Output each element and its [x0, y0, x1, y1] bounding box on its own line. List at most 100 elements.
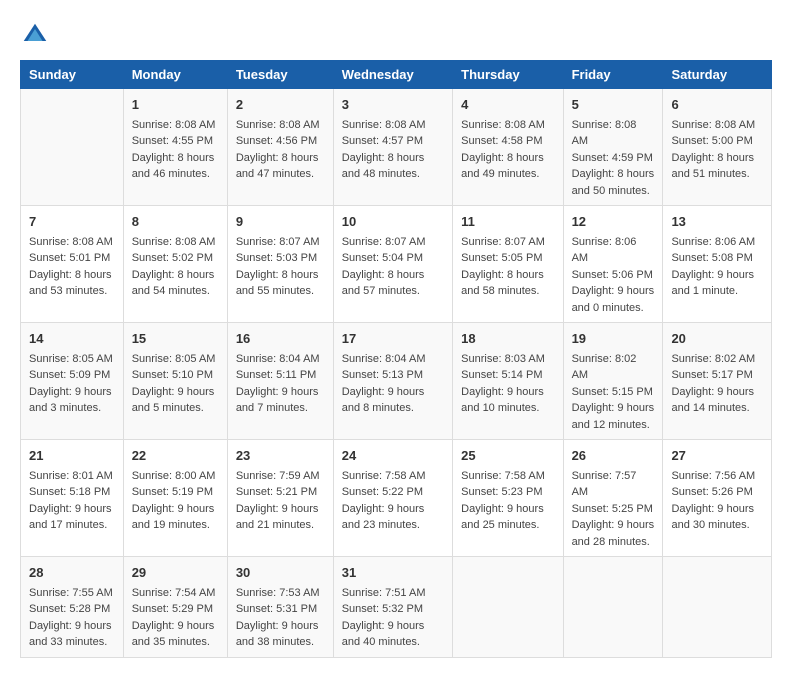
daylight-text: Daylight: 9 hours and 5 minutes.: [132, 384, 219, 417]
sunset-text: Sunset: 5:10 PM: [132, 367, 219, 384]
sunrise-text: Sunrise: 8:06 AM: [572, 234, 655, 267]
day-number: 19: [572, 329, 655, 349]
sunrise-text: Sunrise: 7:56 AM: [671, 468, 763, 485]
calendar-cell: 20 Sunrise: 8:02 AM Sunset: 5:17 PM Dayl…: [663, 323, 772, 440]
calendar-cell: 8 Sunrise: 8:08 AM Sunset: 5:02 PM Dayli…: [123, 206, 227, 323]
calendar-cell: 7 Sunrise: 8:08 AM Sunset: 5:01 PM Dayli…: [21, 206, 124, 323]
sunset-text: Sunset: 4:59 PM: [572, 150, 655, 167]
calendar-cell: 27 Sunrise: 7:56 AM Sunset: 5:26 PM Dayl…: [663, 440, 772, 557]
day-number: 27: [671, 446, 763, 466]
sunrise-text: Sunrise: 7:51 AM: [342, 585, 444, 602]
calendar-cell: 11 Sunrise: 8:07 AM Sunset: 5:05 PM Dayl…: [453, 206, 563, 323]
header-day-wednesday: Wednesday: [333, 61, 452, 89]
sunrise-text: Sunrise: 8:06 AM: [671, 234, 763, 251]
cell-content: Sunrise: 8:04 AM Sunset: 5:13 PM Dayligh…: [342, 351, 444, 417]
daylight-text: Daylight: 8 hours and 50 minutes.: [572, 166, 655, 199]
day-number: 24: [342, 446, 444, 466]
day-number: 11: [461, 212, 554, 232]
calendar-table: SundayMondayTuesdayWednesdayThursdayFrid…: [20, 60, 772, 658]
cell-content: Sunrise: 7:51 AM Sunset: 5:32 PM Dayligh…: [342, 585, 444, 651]
calendar-cell: 13 Sunrise: 8:06 AM Sunset: 5:08 PM Dayl…: [663, 206, 772, 323]
header-row: SundayMondayTuesdayWednesdayThursdayFrid…: [21, 61, 772, 89]
day-number: 4: [461, 95, 554, 115]
calendar-cell: 26 Sunrise: 7:57 AM Sunset: 5:25 PM Dayl…: [563, 440, 663, 557]
sunset-text: Sunset: 5:32 PM: [342, 601, 444, 618]
daylight-text: Daylight: 8 hours and 49 minutes.: [461, 150, 554, 183]
sunrise-text: Sunrise: 7:57 AM: [572, 468, 655, 501]
sunset-text: Sunset: 5:08 PM: [671, 250, 763, 267]
cell-content: Sunrise: 8:08 AM Sunset: 4:57 PM Dayligh…: [342, 117, 444, 183]
day-number: 18: [461, 329, 554, 349]
day-number: 21: [29, 446, 115, 466]
daylight-text: Daylight: 9 hours and 19 minutes.: [132, 501, 219, 534]
day-number: 3: [342, 95, 444, 115]
sunset-text: Sunset: 4:58 PM: [461, 133, 554, 150]
calendar-cell: 16 Sunrise: 8:04 AM Sunset: 5:11 PM Dayl…: [227, 323, 333, 440]
week-row-1: 1 Sunrise: 8:08 AM Sunset: 4:55 PM Dayli…: [21, 89, 772, 206]
week-row-2: 7 Sunrise: 8:08 AM Sunset: 5:01 PM Dayli…: [21, 206, 772, 323]
header-day-monday: Monday: [123, 61, 227, 89]
calendar-cell: 28 Sunrise: 7:55 AM Sunset: 5:28 PM Dayl…: [21, 557, 124, 658]
daylight-text: Daylight: 9 hours and 30 minutes.: [671, 501, 763, 534]
daylight-text: Daylight: 8 hours and 51 minutes.: [671, 150, 763, 183]
cell-content: Sunrise: 8:05 AM Sunset: 5:10 PM Dayligh…: [132, 351, 219, 417]
daylight-text: Daylight: 9 hours and 23 minutes.: [342, 501, 444, 534]
day-number: 20: [671, 329, 763, 349]
calendar-cell: 14 Sunrise: 8:05 AM Sunset: 5:09 PM Dayl…: [21, 323, 124, 440]
calendar-cell: 21 Sunrise: 8:01 AM Sunset: 5:18 PM Dayl…: [21, 440, 124, 557]
calendar-body: 1 Sunrise: 8:08 AM Sunset: 4:55 PM Dayli…: [21, 89, 772, 658]
daylight-text: Daylight: 9 hours and 28 minutes.: [572, 517, 655, 550]
logo-icon: [20, 20, 50, 50]
week-row-3: 14 Sunrise: 8:05 AM Sunset: 5:09 PM Dayl…: [21, 323, 772, 440]
week-row-5: 28 Sunrise: 7:55 AM Sunset: 5:28 PM Dayl…: [21, 557, 772, 658]
cell-content: Sunrise: 7:58 AM Sunset: 5:22 PM Dayligh…: [342, 468, 444, 534]
sunset-text: Sunset: 5:03 PM: [236, 250, 325, 267]
cell-content: Sunrise: 7:55 AM Sunset: 5:28 PM Dayligh…: [29, 585, 115, 651]
daylight-text: Daylight: 9 hours and 0 minutes.: [572, 283, 655, 316]
cell-content: Sunrise: 7:58 AM Sunset: 5:23 PM Dayligh…: [461, 468, 554, 534]
header-day-sunday: Sunday: [21, 61, 124, 89]
cell-content: Sunrise: 8:06 AM Sunset: 5:08 PM Dayligh…: [671, 234, 763, 300]
sunrise-text: Sunrise: 8:07 AM: [461, 234, 554, 251]
sunset-text: Sunset: 5:02 PM: [132, 250, 219, 267]
day-number: 6: [671, 95, 763, 115]
daylight-text: Daylight: 9 hours and 38 minutes.: [236, 618, 325, 651]
cell-content: Sunrise: 8:08 AM Sunset: 4:58 PM Dayligh…: [461, 117, 554, 183]
sunset-text: Sunset: 5:17 PM: [671, 367, 763, 384]
day-number: 29: [132, 563, 219, 583]
cell-content: Sunrise: 8:08 AM Sunset: 4:59 PM Dayligh…: [572, 117, 655, 200]
daylight-text: Daylight: 9 hours and 12 minutes.: [572, 400, 655, 433]
day-number: 23: [236, 446, 325, 466]
header-day-thursday: Thursday: [453, 61, 563, 89]
sunrise-text: Sunrise: 8:08 AM: [572, 117, 655, 150]
sunrise-text: Sunrise: 8:00 AM: [132, 468, 219, 485]
calendar-header: SundayMondayTuesdayWednesdayThursdayFrid…: [21, 61, 772, 89]
sunrise-text: Sunrise: 8:02 AM: [572, 351, 655, 384]
daylight-text: Daylight: 9 hours and 7 minutes.: [236, 384, 325, 417]
sunset-text: Sunset: 5:26 PM: [671, 484, 763, 501]
sunrise-text: Sunrise: 8:08 AM: [671, 117, 763, 134]
header-day-friday: Friday: [563, 61, 663, 89]
day-number: 9: [236, 212, 325, 232]
sunset-text: Sunset: 5:15 PM: [572, 384, 655, 401]
sunrise-text: Sunrise: 7:54 AM: [132, 585, 219, 602]
daylight-text: Daylight: 9 hours and 8 minutes.: [342, 384, 444, 417]
sunset-text: Sunset: 5:04 PM: [342, 250, 444, 267]
daylight-text: Daylight: 9 hours and 25 minutes.: [461, 501, 554, 534]
calendar-cell: 31 Sunrise: 7:51 AM Sunset: 5:32 PM Dayl…: [333, 557, 452, 658]
day-number: 1: [132, 95, 219, 115]
cell-content: Sunrise: 8:00 AM Sunset: 5:19 PM Dayligh…: [132, 468, 219, 534]
daylight-text: Daylight: 9 hours and 17 minutes.: [29, 501, 115, 534]
daylight-text: Daylight: 8 hours and 57 minutes.: [342, 267, 444, 300]
sunrise-text: Sunrise: 7:58 AM: [461, 468, 554, 485]
calendar-cell: 15 Sunrise: 8:05 AM Sunset: 5:10 PM Dayl…: [123, 323, 227, 440]
sunset-text: Sunset: 5:06 PM: [572, 267, 655, 284]
day-number: 13: [671, 212, 763, 232]
daylight-text: Daylight: 8 hours and 48 minutes.: [342, 150, 444, 183]
header-day-saturday: Saturday: [663, 61, 772, 89]
sunset-text: Sunset: 5:19 PM: [132, 484, 219, 501]
cell-content: Sunrise: 8:08 AM Sunset: 4:55 PM Dayligh…: [132, 117, 219, 183]
sunset-text: Sunset: 4:56 PM: [236, 133, 325, 150]
daylight-text: Daylight: 9 hours and 35 minutes.: [132, 618, 219, 651]
calendar-cell: 2 Sunrise: 8:08 AM Sunset: 4:56 PM Dayli…: [227, 89, 333, 206]
